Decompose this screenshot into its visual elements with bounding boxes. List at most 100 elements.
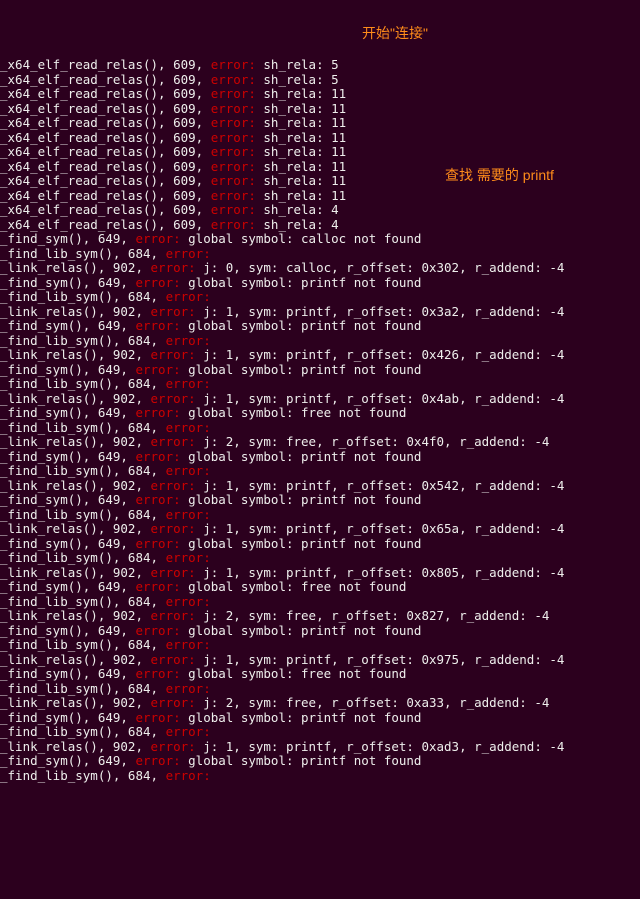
error-label: error: [166,333,211,348]
error-label: error: [135,666,180,681]
log-message: global symbol: free not found [181,405,407,420]
log-line: _x64_elf_read_relas(), 609, error: sh_re… [0,189,640,204]
error-label: error: [166,246,211,261]
error-label: error: [166,637,211,652]
log-source: _link_relas(), 902, [0,695,151,710]
log-message: j: 1, sym: printf, r_offset: 0x542, r_ad… [196,478,565,493]
log-source: _find_sym(), 649, [0,666,135,681]
log-message: sh_rela: 5 [256,72,339,87]
error-label: error: [135,579,180,594]
error-label: error: [211,130,256,145]
error-label: error: [151,478,196,493]
log-message: j: 1, sym: printf, r_offset: 0xad3, r_ad… [196,739,565,754]
error-label: error: [151,652,196,667]
log-source: _x64_elf_read_relas(), 609, [0,130,211,145]
log-line: _find_lib_sym(), 684, error: [0,638,640,653]
log-source: _link_relas(), 902, [0,739,151,754]
log-line: _link_relas(), 902, error: j: 1, sym: pr… [0,566,640,581]
error-label: error: [135,362,180,377]
log-source: _link_relas(), 902, [0,347,151,362]
log-source: _link_relas(), 902, [0,304,151,319]
log-message: global symbol: free not found [181,579,407,594]
log-source: _find_lib_sym(), 684, [0,550,166,565]
log-message: global symbol: printf not found [181,753,422,768]
log-line: _find_lib_sym(), 684, error: [0,464,640,479]
log-source: _x64_elf_read_relas(), 609, [0,86,211,101]
error-label: error: [211,173,256,188]
error-label: error: [166,463,211,478]
log-source: _find_lib_sym(), 684, [0,768,166,783]
log-source: _x64_elf_read_relas(), 609, [0,101,211,116]
log-line: _find_sym(), 649, error: global symbol: … [0,624,640,639]
log-line: _link_relas(), 902, error: j: 2, sym: fr… [0,609,640,624]
log-source: _x64_elf_read_relas(), 609, [0,115,211,130]
error-label: error: [211,86,256,101]
log-line: _x64_elf_read_relas(), 609, error: sh_re… [0,58,640,73]
log-source: _find_sym(), 649, [0,362,135,377]
log-message: global symbol: printf not found [181,536,422,551]
log-line: _link_relas(), 902, error: j: 1, sym: pr… [0,522,640,537]
log-source: _find_sym(), 649, [0,492,135,507]
log-line: _x64_elf_read_relas(), 609, error: sh_re… [0,87,640,102]
log-source: _find_lib_sym(), 684, [0,724,166,739]
error-label: error: [151,260,196,275]
log-line: _find_lib_sym(), 684, error: [0,508,640,523]
log-message: sh_rela: 11 [256,188,346,203]
error-label: error: [151,391,196,406]
error-label: error: [166,768,211,783]
log-message: j: 1, sym: printf, r_offset: 0x4ab, r_ad… [196,391,565,406]
error-label: error: [211,159,256,174]
log-source: _find_sym(), 649, [0,623,135,638]
log-source: _find_lib_sym(), 684, [0,420,166,435]
log-source: _x64_elf_read_relas(), 609, [0,173,211,188]
log-line: _find_lib_sym(), 684, error: [0,725,640,740]
error-label: error: [166,420,211,435]
log-source: _find_sym(), 649, [0,579,135,594]
log-source: _find_sym(), 649, [0,231,135,246]
log-message: global symbol: printf not found [181,449,422,464]
error-label: error: [211,188,256,203]
log-source: _find_sym(), 649, [0,318,135,333]
log-line: _find_sym(), 649, error: global symbol: … [0,232,640,247]
log-line: _find_lib_sym(), 684, error: [0,769,640,784]
log-line: _link_relas(), 902, error: j: 2, sym: fr… [0,696,640,711]
log-source: _x64_elf_read_relas(), 609, [0,57,211,72]
log-line: _find_lib_sym(), 684, error: [0,247,640,262]
log-source: _find_sym(), 649, [0,275,135,290]
error-label: error: [211,101,256,116]
log-source: _find_lib_sym(), 684, [0,681,166,696]
log-source: _find_sym(), 649, [0,753,135,768]
log-message: j: 2, sym: free, r_offset: 0x4f0, r_adde… [196,434,550,449]
log-source: _x64_elf_read_relas(), 609, [0,159,211,174]
log-line: _x64_elf_read_relas(), 609, error: sh_re… [0,102,640,117]
error-label: error: [166,594,211,609]
error-label: error: [166,681,211,696]
log-line: _x64_elf_read_relas(), 609, error: sh_re… [0,116,640,131]
log-message: sh_rela: 11 [256,144,346,159]
log-source: _x64_elf_read_relas(), 609, [0,217,211,232]
annotation-link-start: 开始"连接" [362,26,428,41]
log-line: _find_lib_sym(), 684, error: [0,290,640,305]
log-line: _x64_elf_read_relas(), 609, error: sh_re… [0,145,640,160]
log-line: _x64_elf_read_relas(), 609, error: sh_re… [0,131,640,146]
log-message: sh_rela: 11 [256,101,346,116]
log-line: _find_sym(), 649, error: global symbol: … [0,406,640,421]
log-message: j: 0, sym: calloc, r_offset: 0x302, r_ad… [196,260,565,275]
error-label: error: [151,695,196,710]
log-source: _link_relas(), 902, [0,478,151,493]
error-label: error: [211,115,256,130]
error-label: error: [166,550,211,565]
log-message: global symbol: printf not found [181,623,422,638]
error-label: error: [135,449,180,464]
log-line: _link_relas(), 902, error: j: 2, sym: fr… [0,435,640,450]
log-line: _find_sym(), 649, error: global symbol: … [0,363,640,378]
log-source: _find_lib_sym(), 684, [0,594,166,609]
log-line: _link_relas(), 902, error: j: 0, sym: ca… [0,261,640,276]
annotation-find-printf: 查找 需要的 printf [445,168,554,183]
log-line: _find_lib_sym(), 684, error: [0,551,640,566]
error-label: error: [166,507,211,522]
error-label: error: [135,536,180,551]
log-source: _x64_elf_read_relas(), 609, [0,144,211,159]
log-line: _find_lib_sym(), 684, error: [0,682,640,697]
log-message: sh_rela: 11 [256,130,346,145]
